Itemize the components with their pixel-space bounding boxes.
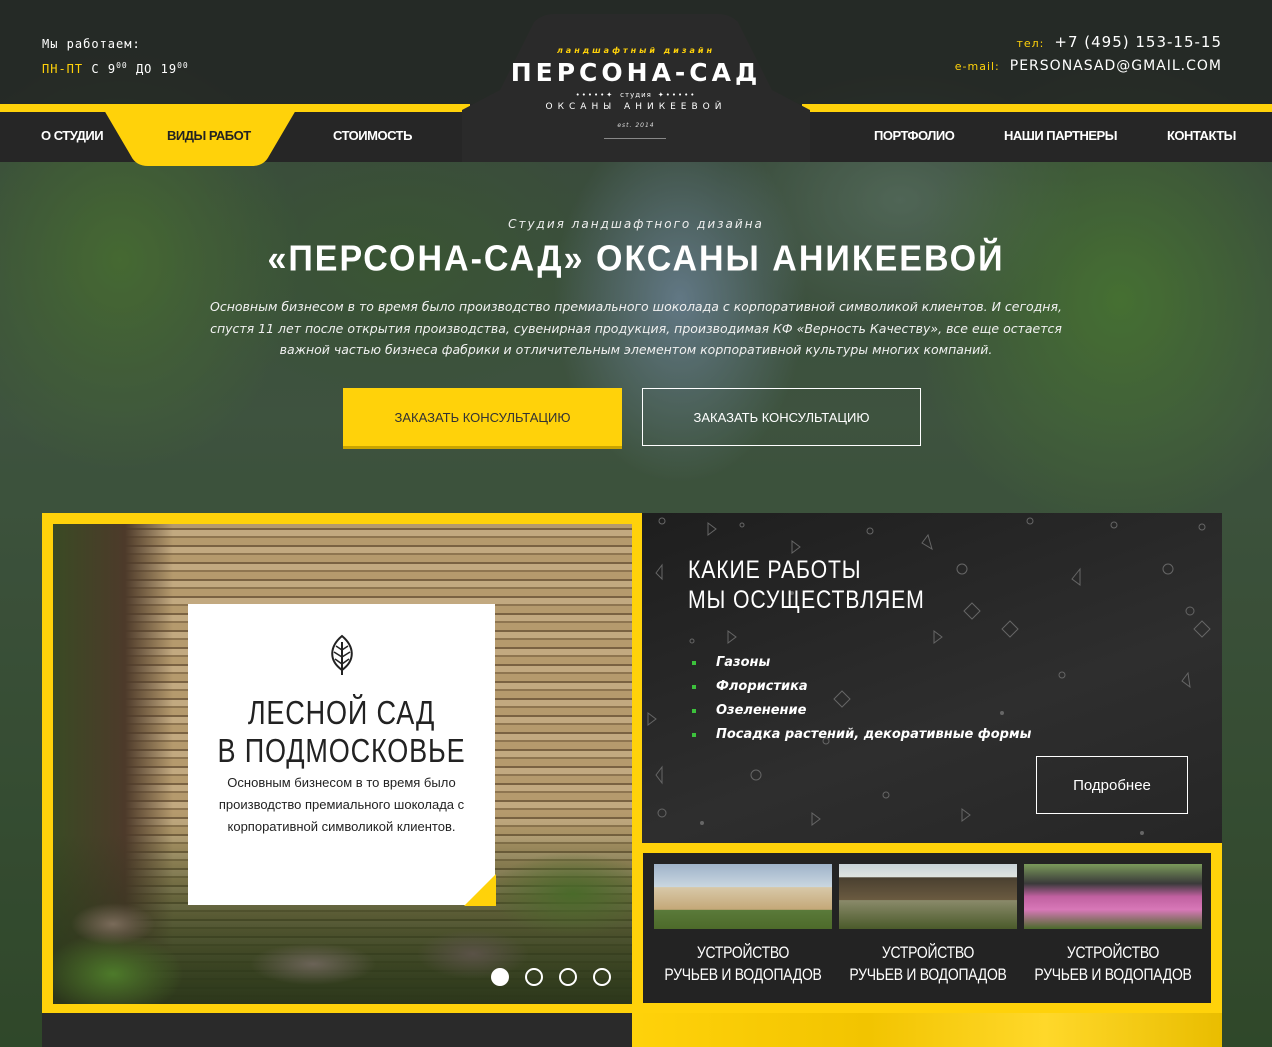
more-button[interactable]: Подробнее — [1036, 756, 1188, 814]
thumb-caption: УСТРОЙСТВО РУЧЬЕВ И ВОДОПАДОВ — [662, 942, 824, 986]
hero-kicker: Студия ландшафтного дизайна — [508, 217, 764, 231]
service-item: Озеленение — [692, 699, 1031, 723]
email-label: e-mail: — [954, 60, 1000, 73]
thumb-card-3[interactable]: УСТРОЙСТВО РУЧЬЕВ И ВОДОПАДОВ — [1024, 864, 1202, 984]
logo[interactable]: ландшафтный дизайн ПЕРСОНА-САД •••••✦ сту… — [462, 0, 810, 162]
order-consultation-outline-button[interactable]: ЗАКАЗАТЬ КОНСУЛЬТАЦИЮ — [642, 388, 921, 446]
hours-label: Мы работаем: — [42, 37, 141, 51]
slider-dot-1[interactable] — [491, 968, 509, 986]
bullet-icon — [692, 684, 696, 689]
logo-title: ПЕРСОНА-САД — [510, 58, 762, 87]
logo-name: ОКСАНЫ АНИКЕЕВОЙ — [545, 102, 727, 112]
services-title: КАКИЕ РАБОТЫ МЫ ОСУЩЕСТВЛЯЕМ — [688, 555, 925, 615]
nav-services[interactable]: ВИДЫ РАБОТ — [167, 128, 251, 143]
thumb-caption-line1: УСТРОЙСТВО — [1066, 943, 1160, 962]
logo-est: est. 2014 — [617, 122, 655, 129]
thumb-caption-line1: УСТРОЙСТВО — [881, 943, 975, 962]
thumb-caption-line2: РУЧЬЕВ И ВОДОПАДОВ — [1034, 965, 1192, 984]
service-item-label: Газоны — [716, 655, 771, 670]
header-contacts: тел: +7 (495) 153-15-15 e-mail: PERSONASAD… — [955, 31, 1222, 78]
hours-days: ПН-ПТ — [42, 62, 84, 76]
hours-from-word: С — [91, 62, 100, 76]
logo-subtitle: ландшафтный дизайн — [556, 46, 716, 55]
logo-studio: студия — [620, 91, 652, 99]
nav-portfolio[interactable]: ПОРТФОЛИО — [874, 128, 955, 143]
services-list: Газоны Флористика Озеленение Посадка рас… — [692, 651, 1031, 747]
feature-text: Основным бизнесом в то время было произв… — [218, 775, 465, 834]
hero-description: Основным бизнесом в то время было произв… — [210, 299, 1062, 357]
work-thumbnails: УСТРОЙСТВО РУЧЬЕВ И ВОДОПАДОВ УСТРОЙСТВО… — [643, 853, 1211, 1003]
service-item-label: Озеленение — [716, 703, 807, 718]
hours-from-sup: 00 — [116, 61, 128, 70]
feature-title-line1: ЛЕСНОЙ САД — [247, 694, 436, 731]
thumb-caption: УСТРОЙСТВО РУЧЬЕВ И ВОДОПАДОВ — [1032, 942, 1194, 986]
thumb-image — [839, 864, 1017, 929]
logo-studio-row: •••••✦ студия ✦••••• — [575, 91, 697, 99]
thumb-caption-line1: УСТРОЙСТВО — [696, 943, 790, 962]
nav-partners[interactable]: НАШИ ПАРТНЕРЫ — [1004, 128, 1117, 143]
email-link[interactable]: PERSONASAD@GMAIL.COM — [1010, 58, 1222, 74]
service-item: Газоны — [692, 651, 1031, 675]
service-item: Посадка растений, декоративные формы — [692, 723, 1031, 747]
bullet-icon — [692, 660, 696, 665]
nav-about[interactable]: О СТУДИИ — [41, 128, 104, 143]
services-title-line1: КАКИЕ РАБОТЫ — [688, 556, 862, 584]
service-item-label: Флористика — [716, 679, 808, 694]
nav-accent-right — [802, 104, 1272, 112]
services-panel: КАКИЕ РАБОТЫ МЫ ОСУЩЕСТВЛЯЕМ Газоны Флор… — [642, 513, 1222, 843]
thumb-caption-line2: РУЧЬЕВ И ВОДОПАДОВ — [849, 965, 1007, 984]
nav-pricing[interactable]: СТОИМОСТЬ — [333, 128, 412, 143]
thumb-image — [1024, 864, 1202, 929]
feature-title: ЛЕСНОЙ САД В ПОДМОСКОВЬЕ — [216, 694, 468, 770]
thumb-caption: УСТРОЙСТВО РУЧЬЕВ И ВОДОПАДОВ — [847, 942, 1009, 986]
hours-to-word: ДО — [135, 62, 153, 76]
phone-link[interactable]: +7 (495) 153-15-15 — [1054, 33, 1222, 51]
order-consultation-button[interactable]: ЗАКАЗАТЬ КОНСУЛЬТАЦИЮ — [343, 388, 622, 446]
service-item: Флористика — [692, 675, 1031, 699]
next-section-dark — [42, 1013, 632, 1047]
feature-title-line2: В ПОДМОСКОВЬЕ — [217, 732, 466, 769]
hours-from: 9 — [107, 62, 117, 76]
hours-to-sup: 00 — [177, 61, 189, 70]
logo-underline — [604, 138, 666, 139]
slider-dot-2[interactable] — [525, 968, 543, 986]
thumb-image — [654, 864, 832, 929]
hero-title: «ПЕРСОНА-САД» ОКСАНЫ АНИКЕЕВОЙ — [267, 239, 1005, 279]
card-corner-accent — [464, 874, 496, 906]
bullet-icon — [692, 732, 696, 737]
nav-contacts[interactable]: КОНТАКТЫ — [1167, 128, 1236, 143]
bullet-icon — [692, 708, 696, 713]
working-hours: Мы работаем: ПН-ПТ С 900 ДО 1900 — [42, 33, 189, 80]
thumb-card-1[interactable]: УСТРОЙСТВО РУЧЬЕВ И ВОДОПАДОВ — [654, 864, 832, 984]
slider-dots — [491, 968, 611, 986]
leaf-icon — [331, 634, 353, 675]
phone-label: тел: — [1016, 37, 1045, 50]
slider-dot-4[interactable] — [593, 968, 611, 986]
next-section-yellow — [632, 1013, 1222, 1047]
services-title-line2: МЫ ОСУЩЕСТВЛЯЕМ — [688, 586, 925, 614]
hours-to: 19 — [160, 62, 178, 76]
service-item-label: Посадка растений, декоративные формы — [716, 727, 1032, 742]
thumb-card-2[interactable]: УСТРОЙСТВО РУЧЬЕВ И ВОДОПАДОВ — [839, 864, 1017, 984]
feature-card: ЛЕСНОЙ САД В ПОДМОСКОВЬЕ Основным бизнес… — [188, 604, 496, 906]
slider-dot-3[interactable] — [559, 968, 577, 986]
thumb-caption-line2: РУЧЬЕВ И ВОДОПАДОВ — [664, 965, 822, 984]
